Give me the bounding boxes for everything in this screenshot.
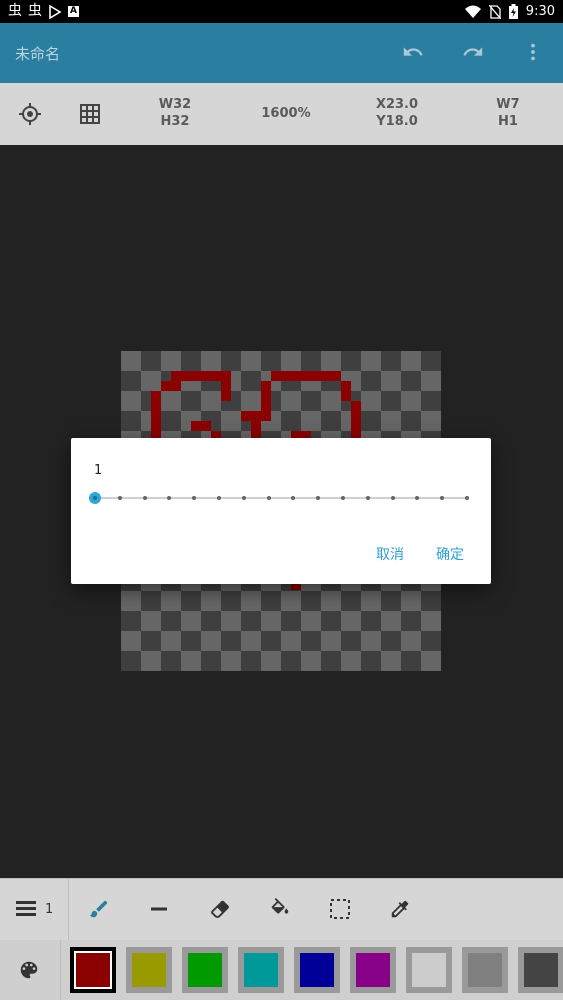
ok-button[interactable]: 确定 [436,544,464,564]
slider-tick [291,496,296,500]
slider-tick [266,496,271,500]
cursor-x: X23.0 [375,97,419,112]
line-icon[interactable] [147,898,171,922]
swatch-color [300,953,334,987]
layer-count: 1 [45,902,54,917]
color-swatch[interactable] [126,947,172,993]
color-swatch[interactable] [518,947,563,993]
tool-bar: 1 [0,878,563,941]
wifi-icon [464,5,481,18]
slider-tick [390,496,395,500]
tool-divider [68,879,69,941]
brush-size-value: 1 [94,463,103,478]
document-title: 未命名 [15,45,61,63]
eyedropper-icon[interactable] [388,898,412,922]
slider-tick [365,496,370,500]
slider-tick [217,496,221,500]
color-swatch[interactable] [406,947,452,993]
swatch-color [188,953,222,987]
swatch-color [468,953,502,987]
crosshair-icon[interactable] [18,102,42,130]
brush-size-slider[interactable] [89,492,469,504]
slider-tick [142,496,147,500]
slider-tick [440,496,445,500]
color-swatch[interactable] [350,947,396,993]
brush-icon[interactable] [87,898,111,922]
color-swatch[interactable] [462,947,508,993]
undo-icon[interactable] [401,41,425,65]
color-swatch[interactable] [70,947,116,993]
swatch-color [524,953,558,987]
selection-height: H1 [498,114,518,129]
selection-width: W7 [496,97,520,112]
cancel-button[interactable]: 取消 [376,544,404,564]
cursor-position: X23.0 Y18.0 [370,96,424,130]
swatch-color [412,953,446,987]
redo-icon[interactable] [461,41,485,65]
canvas-height: H32 [160,114,190,129]
slider-tick [192,496,197,500]
app-icon-1: 虫 [8,3,22,19]
canvas-width: W32 [158,97,192,112]
swatch-color [244,953,278,987]
selection-icon[interactable] [328,898,352,922]
selection-size: W7 H1 [488,96,528,130]
swatch-color [132,953,166,987]
zoom-level: 1600% [261,106,311,121]
play-store-icon [49,4,62,19]
brush-size-dialog: 1 取消 确定 [71,438,491,584]
grid-icon[interactable] [79,103,101,129]
color-swatch[interactable] [238,947,284,993]
color-swatch[interactable] [182,947,228,993]
cursor-y: Y18.0 [376,114,418,129]
slider-tick [167,496,172,500]
swatch-color [356,953,390,987]
battery-charging-icon [508,4,518,19]
slider-tick [241,496,246,500]
info-bar: W32 H32 1600% X23.0 Y18.0 W7 H1 [0,83,563,145]
palette-bar [0,940,563,1000]
eraser-icon[interactable] [208,898,232,922]
slider-tick [316,496,321,500]
no-sim-icon [488,4,501,19]
layers-icon[interactable] [16,900,36,922]
slider-tick [117,496,122,500]
status-time: 9:30 [525,4,555,19]
fill-bucket-icon[interactable] [268,898,292,922]
slider-tick [341,496,345,500]
palette-icon[interactable] [18,959,40,985]
app-icon-2: 虫 [28,3,42,19]
swatch-color [76,953,110,987]
palette-divider [60,940,61,1000]
slider-tick [415,496,420,500]
slider-thumb[interactable] [89,492,101,504]
status-bar: 虫 虫 A 9:30 [0,0,563,23]
more-vert-icon[interactable] [521,41,545,65]
slider-tick [465,496,469,500]
canvas-size: W32 H32 [150,96,200,130]
app-bar: 未命名 [0,23,563,83]
font-a-icon: A [68,6,79,17]
color-swatch[interactable] [294,947,340,993]
